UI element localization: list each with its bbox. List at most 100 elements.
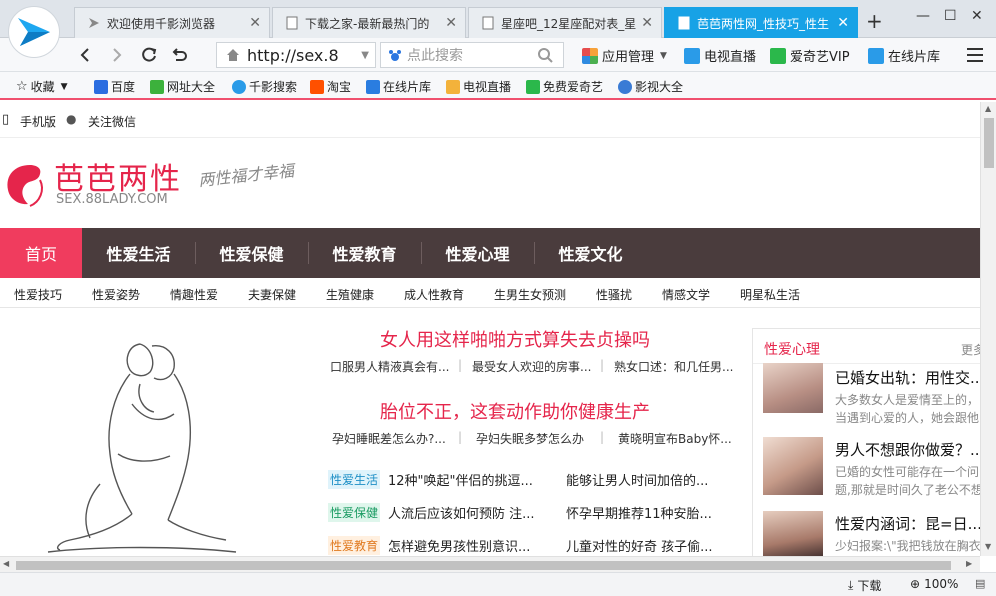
horizontal-scrollbar[interactable]: ◀ ▶ xyxy=(0,556,980,572)
bookmark-baidu[interactable]: 百度 xyxy=(94,78,135,95)
subnav-item[interactable]: 生殖健康 xyxy=(326,286,374,303)
headline-2[interactable]: 胎位不正，这套动作助你健康生产 xyxy=(380,398,650,424)
bookmark-hao123[interactable]: 网址大全 xyxy=(150,78,215,95)
browser-logo-icon[interactable] xyxy=(8,6,60,58)
nav-home[interactable]: 首页 xyxy=(0,228,82,278)
scroll-left-icon[interactable]: ◀ xyxy=(3,559,9,568)
undo-icon xyxy=(172,48,187,61)
menu-button[interactable] xyxy=(962,42,988,68)
nav-sex-education[interactable]: 性爱教育 xyxy=(308,228,421,278)
logo-slogan: 两性福才幸福 xyxy=(197,161,295,190)
iqiyi-vip-label: 爱奇艺VIP xyxy=(790,50,850,65)
tab-download[interactable]: 下载之家-最新最热门的 ✕ xyxy=(272,7,466,38)
horizontal-scroll-thumb[interactable] xyxy=(16,561,951,570)
tv-icon xyxy=(446,79,460,94)
close-icon[interactable]: ✕ xyxy=(837,15,849,31)
woman-silhouette-icon xyxy=(7,165,43,207)
article-thumbnail[interactable] xyxy=(763,363,823,413)
sidebar-article-title[interactable]: 男人不想跟你做爱？... xyxy=(835,439,980,460)
tab-xingzuo[interactable]: 星座吧_12星座配对表_星 ✕ xyxy=(468,7,662,38)
article-link[interactable]: 能够让男人时间加倍的... xyxy=(566,470,708,489)
nav-sex-health[interactable]: 性爱保健 xyxy=(195,228,308,278)
bookmark-tv-live[interactable]: 电视直播 xyxy=(446,78,511,95)
sidebar-article-title[interactable]: 性爱内涵词：昆=日... xyxy=(835,513,980,534)
bookmark-qianying-search[interactable]: 千影搜索 xyxy=(232,78,297,95)
article-thumbnail[interactable] xyxy=(763,511,823,556)
article-link[interactable]: 怀孕早期推荐11种安胎... xyxy=(566,503,712,522)
search-icon[interactable] xyxy=(537,47,553,63)
article-link[interactable]: 儿童对性的好奇 孩子偷... xyxy=(566,536,713,555)
subnav-item[interactable]: 性爱姿势 xyxy=(92,286,140,303)
refresh-button[interactable] xyxy=(136,42,162,68)
nav-label: 性爱文化 xyxy=(558,245,623,264)
bookmark-online-cinema[interactable]: 在线片库 xyxy=(366,78,431,95)
minimize-button[interactable]: — xyxy=(916,8,930,24)
close-icon[interactable]: ✕ xyxy=(249,15,261,31)
article-link[interactable]: 12种"唤起"伴侣的挑逗... xyxy=(388,470,533,489)
app-manage-button[interactable]: 应用管理 ▼ xyxy=(582,46,667,65)
maximize-button[interactable]: ☐ xyxy=(944,8,957,24)
headline-1[interactable]: 女人用这样啪啪方式算失去贞操吗 xyxy=(380,326,650,352)
sidebar-title[interactable]: 性爱心理 xyxy=(764,339,820,359)
headline-2-sublink[interactable]: 孕妇失眠多梦怎么办 xyxy=(476,430,584,447)
headline-2-sublink[interactable]: 孕妇睡眠差怎么办?... xyxy=(332,430,446,447)
close-icon[interactable]: ✕ xyxy=(445,15,457,31)
subnav-item[interactable]: 情趣性爱 xyxy=(170,286,218,303)
headline-1-sublink[interactable]: 口服男人精液真会有... xyxy=(330,358,449,375)
category-tag[interactable]: 性爱教育 xyxy=(328,536,381,555)
nav-sex-life[interactable]: 性爱生活 xyxy=(82,228,195,278)
online-cinema-button[interactable]: 在线片库 xyxy=(868,46,940,65)
scroll-down-icon[interactable]: ▼ xyxy=(985,542,991,551)
close-window-button[interactable]: ✕ xyxy=(971,8,983,24)
tv-live-button[interactable]: 电视直播 xyxy=(684,46,756,65)
back-button[interactable] xyxy=(72,42,98,68)
forward-button[interactable] xyxy=(104,42,130,68)
subnav-item[interactable]: 性骚扰 xyxy=(596,286,632,303)
couple-illustration[interactable] xyxy=(40,324,240,556)
subnav-item[interactable]: 明星私生活 xyxy=(740,286,800,303)
download-button[interactable]: ⤓ 下载 xyxy=(848,577,881,594)
tab-welcome[interactable]: 欢迎使用千影浏览器 ✕ xyxy=(74,7,270,38)
new-tab-button[interactable]: + xyxy=(866,9,883,33)
iqiyi-vip-button[interactable]: 爱奇艺VIP xyxy=(770,46,850,65)
headline-1-sublink[interactable]: 熟女口述：和几任男... xyxy=(614,358,733,375)
address-bar[interactable]: http://sex.8 ▼ xyxy=(216,42,376,68)
bookmark-free-iqiyi[interactable]: 免费爱奇艺 xyxy=(526,78,603,95)
mobile-link[interactable]: 手机版 xyxy=(20,113,56,130)
category-tag[interactable]: 性爱保健 xyxy=(328,503,381,522)
headline-1-sublink[interactable]: 最受女人欢迎的房事... xyxy=(472,358,591,375)
subnav-item[interactable]: 情感文学 xyxy=(662,286,710,303)
search-box[interactable]: 点此搜索 xyxy=(380,42,564,68)
online-cinema-label: 在线片库 xyxy=(888,50,941,65)
subnav-item[interactable]: 成人性教育 xyxy=(404,286,464,303)
dropdown-arrow-icon[interactable]: ▼ xyxy=(361,50,369,61)
zoom-control[interactable]: ⊕ 100% xyxy=(910,577,958,591)
article-thumbnail[interactable] xyxy=(763,437,823,495)
subnav-item[interactable]: 生男生女预测 xyxy=(494,286,566,303)
subnav-item[interactable]: 夫妻保健 xyxy=(248,286,296,303)
article-link[interactable]: 人流后应该如何预防 注... xyxy=(388,503,535,522)
sidebar-article-title[interactable]: 已婚女出轨：用性交... xyxy=(835,367,980,388)
headline-2-sublink[interactable]: 黄晓明宣布Baby怀... xyxy=(618,430,732,447)
vertical-scrollbar[interactable]: ▲ ▼ xyxy=(980,102,996,556)
sidebar-article-desc: 少妇报案:\"我把钱放在胸衣 xyxy=(835,539,980,553)
nav-sex-psychology[interactable]: 性爱心理 xyxy=(421,228,534,278)
tab-babalady[interactable]: 芭芭两性网_性技巧_性生 ✕ xyxy=(664,7,858,38)
status-menu-icon[interactable]: ▤ xyxy=(975,577,985,590)
bookmark-taobao[interactable]: 淘宝 xyxy=(310,78,351,95)
nav-label: 性爱心理 xyxy=(445,245,510,264)
wechat-link[interactable]: 关注微信 xyxy=(88,113,136,130)
nav-sex-culture[interactable]: 性爱文化 xyxy=(534,228,647,278)
more-link[interactable]: 更多 xyxy=(961,341,980,358)
bookmark-movies[interactable]: 影视大全 xyxy=(618,78,683,95)
article-link[interactable]: 怎样避免男孩性别意识... xyxy=(388,536,530,555)
favorites-button[interactable]: ☆ 收藏 ▼ xyxy=(16,78,68,95)
scroll-right-icon[interactable]: ▶ xyxy=(966,559,972,568)
vertical-scroll-thumb[interactable] xyxy=(984,118,994,168)
scroll-up-icon[interactable]: ▲ xyxy=(985,104,991,113)
undo-button[interactable] xyxy=(166,42,192,68)
category-tag[interactable]: 性爱生活 xyxy=(328,470,381,489)
close-icon[interactable]: ✕ xyxy=(641,15,653,31)
subnav-item[interactable]: 性爱技巧 xyxy=(14,286,62,303)
site-logo[interactable]: 芭芭两性 SEX.88LADY.COM 两性福才幸福 xyxy=(0,152,330,222)
